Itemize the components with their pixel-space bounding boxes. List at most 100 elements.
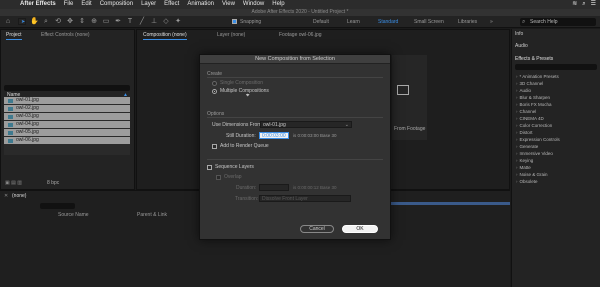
tab-effect-controls[interactable]: Effect Controls (none) bbox=[41, 32, 90, 38]
list-item[interactable]: › Channel bbox=[516, 109, 536, 114]
project-footer-icons[interactable]: ▣ ▤ ▥ bbox=[5, 180, 22, 186]
right-panel: Info Audio Effects & Presets › * Animatio… bbox=[511, 29, 600, 287]
dolly-tool-icon[interactable]: ⇕ bbox=[78, 18, 86, 26]
cancel-button[interactable]: Cancel bbox=[300, 225, 334, 233]
add-to-render-queue-label: Add to Render Queue bbox=[220, 143, 269, 149]
list-item[interactable]: › * Animation Presets bbox=[516, 74, 559, 79]
list-item[interactable]: › Matte bbox=[516, 165, 531, 170]
list-item[interactable]: › Boris FX Mocha bbox=[516, 102, 552, 107]
list-item[interactable]: › CINEMA 4D bbox=[516, 116, 544, 121]
hand-tool-icon[interactable]: ✋ bbox=[30, 18, 39, 26]
effects-search-input[interactable] bbox=[515, 64, 597, 70]
list-item[interactable]: › Audio bbox=[516, 88, 531, 93]
still-duration-label: Still Duration: bbox=[226, 133, 256, 139]
image-file-icon bbox=[8, 122, 13, 127]
ok-button[interactable]: OK bbox=[342, 225, 378, 233]
brush-tool-icon[interactable]: ╱ bbox=[138, 18, 146, 26]
list-item[interactable]: owl-02.jpg bbox=[4, 105, 130, 112]
rectangle-tool-icon[interactable]: ▭ bbox=[102, 18, 110, 26]
type-tool-icon[interactable]: T bbox=[126, 18, 134, 26]
tab-footage[interactable]: Footage owl-06.jpg bbox=[279, 32, 322, 38]
effects-panel-title[interactable]: Effects & Presets bbox=[515, 56, 553, 62]
time-ruler[interactable] bbox=[385, 202, 510, 205]
list-item[interactable]: owl-06.jpg bbox=[4, 137, 130, 144]
duration-label: Duration: bbox=[236, 185, 257, 191]
wifi-icon[interactable]: ≋ bbox=[572, 0, 577, 9]
search-help-field[interactable]: ⌕ Search Help bbox=[520, 18, 596, 26]
workspace-standard[interactable]: Standard bbox=[378, 16, 398, 28]
list-item[interactable]: › Distort bbox=[516, 130, 533, 135]
audio-panel-title[interactable]: Audio bbox=[515, 43, 528, 49]
menu-app[interactable]: After Effects bbox=[16, 0, 60, 9]
home-icon[interactable]: ⌂ bbox=[4, 18, 12, 26]
single-composition-radio[interactable] bbox=[212, 81, 217, 86]
menu-animation[interactable]: Animation bbox=[183, 0, 218, 9]
pen-tool-icon[interactable]: ✒ bbox=[114, 18, 122, 26]
list-item[interactable]: › Noise & Grain bbox=[516, 172, 548, 177]
multiple-compositions-radio[interactable] bbox=[212, 89, 217, 94]
transition-select[interactable]: Dissolve Front Layer bbox=[259, 195, 351, 202]
snapping-checkbox[interactable] bbox=[232, 19, 237, 24]
tab-timeline[interactable]: (none) bbox=[12, 193, 26, 199]
list-item[interactable]: › Expression Controls bbox=[516, 137, 560, 142]
timeline-search-input[interactable] bbox=[40, 203, 75, 209]
tab-composition[interactable]: Composition (none) bbox=[143, 32, 187, 40]
divider bbox=[207, 159, 383, 160]
menu-view[interactable]: View bbox=[218, 0, 239, 9]
info-panel-title[interactable]: Info bbox=[515, 31, 523, 37]
duration-input[interactable] bbox=[259, 184, 289, 191]
list-item[interactable]: › Obsolete bbox=[516, 179, 538, 184]
workspace-overflow-icon[interactable]: » bbox=[490, 16, 493, 28]
workspace-small-screen[interactable]: Small Screen bbox=[414, 16, 444, 28]
list-item[interactable]: owl-01.jpg bbox=[4, 97, 130, 104]
sequence-layers-checkbox[interactable] bbox=[207, 165, 212, 170]
search-icon: ⌕ bbox=[522, 19, 526, 25]
close-icon[interactable]: ✕ bbox=[4, 193, 8, 199]
tab-layer[interactable]: Layer (none) bbox=[217, 32, 245, 38]
menu-layer[interactable]: Layer bbox=[137, 0, 160, 9]
overlap-label: Overlap bbox=[224, 174, 242, 180]
list-item[interactable]: owl-05.jpg bbox=[4, 129, 130, 136]
workspace-libraries[interactable]: Libraries bbox=[458, 16, 477, 28]
workspace-learn[interactable]: Learn bbox=[347, 16, 360, 28]
pan-tool-icon[interactable]: ✥ bbox=[66, 18, 74, 26]
menu-window[interactable]: Window bbox=[239, 0, 268, 9]
workspace-default[interactable]: Default bbox=[313, 16, 329, 28]
menu-edit[interactable]: Edit bbox=[77, 0, 95, 9]
list-item[interactable]: › Keying bbox=[516, 158, 533, 163]
selection-tool-icon[interactable]: ➤ bbox=[18, 18, 26, 25]
app-title: Adobe After Effects 2020 - Untitled Proj… bbox=[0, 9, 600, 16]
orbit-tool-icon[interactable]: ⟲ bbox=[54, 18, 62, 26]
tab-project[interactable]: Project bbox=[6, 32, 22, 40]
still-duration-input[interactable]: 0:00:03:00 bbox=[259, 132, 289, 139]
puppet-tool-icon[interactable]: ✦ bbox=[174, 18, 182, 26]
list-item[interactable]: › Immersive Video bbox=[516, 151, 553, 156]
list-item[interactable]: › Generate bbox=[516, 144, 538, 149]
menu-effect[interactable]: Effect bbox=[160, 0, 183, 9]
column-source-name[interactable]: Source Name bbox=[58, 212, 89, 218]
project-search-input[interactable] bbox=[4, 85, 130, 91]
menu-file[interactable]: File bbox=[60, 0, 78, 9]
single-composition-label: Single Composition bbox=[220, 80, 264, 86]
eraser-tool-icon[interactable]: ◇ bbox=[162, 18, 170, 26]
use-dimensions-select[interactable]: owl-01.jpg ⌄ bbox=[260, 121, 352, 128]
list-item[interactable]: › Color Correction bbox=[516, 123, 552, 128]
menu-composition[interactable]: Composition bbox=[96, 0, 137, 9]
clone-stamp-tool-icon[interactable]: ⊥ bbox=[150, 18, 158, 26]
list-item[interactable]: › 3D Channel bbox=[516, 81, 543, 86]
zoom-tool-icon[interactable]: ⌕ bbox=[42, 18, 50, 26]
list-item[interactable]: › Blur & Sharpen bbox=[516, 95, 550, 100]
add-to-render-queue-checkbox[interactable] bbox=[212, 144, 217, 149]
overlap-checkbox[interactable] bbox=[216, 175, 221, 180]
column-parent-link[interactable]: Parent & Link bbox=[137, 212, 167, 218]
search-icon[interactable]: ⌕ bbox=[582, 0, 585, 9]
image-file-icon bbox=[8, 138, 13, 143]
list-item[interactable]: owl-03.jpg bbox=[4, 113, 130, 120]
pan-behind-tool-icon[interactable]: ⊕ bbox=[90, 18, 98, 26]
menu-help[interactable]: Help bbox=[268, 0, 288, 9]
list-item[interactable]: owl-04.jpg bbox=[4, 121, 130, 128]
bpc-indicator[interactable]: 8 bpc bbox=[47, 180, 59, 186]
image-file-icon bbox=[8, 130, 13, 135]
control-center-icon[interactable]: ☰ bbox=[591, 0, 596, 9]
chevron-down-icon: ⌄ bbox=[344, 122, 349, 128]
